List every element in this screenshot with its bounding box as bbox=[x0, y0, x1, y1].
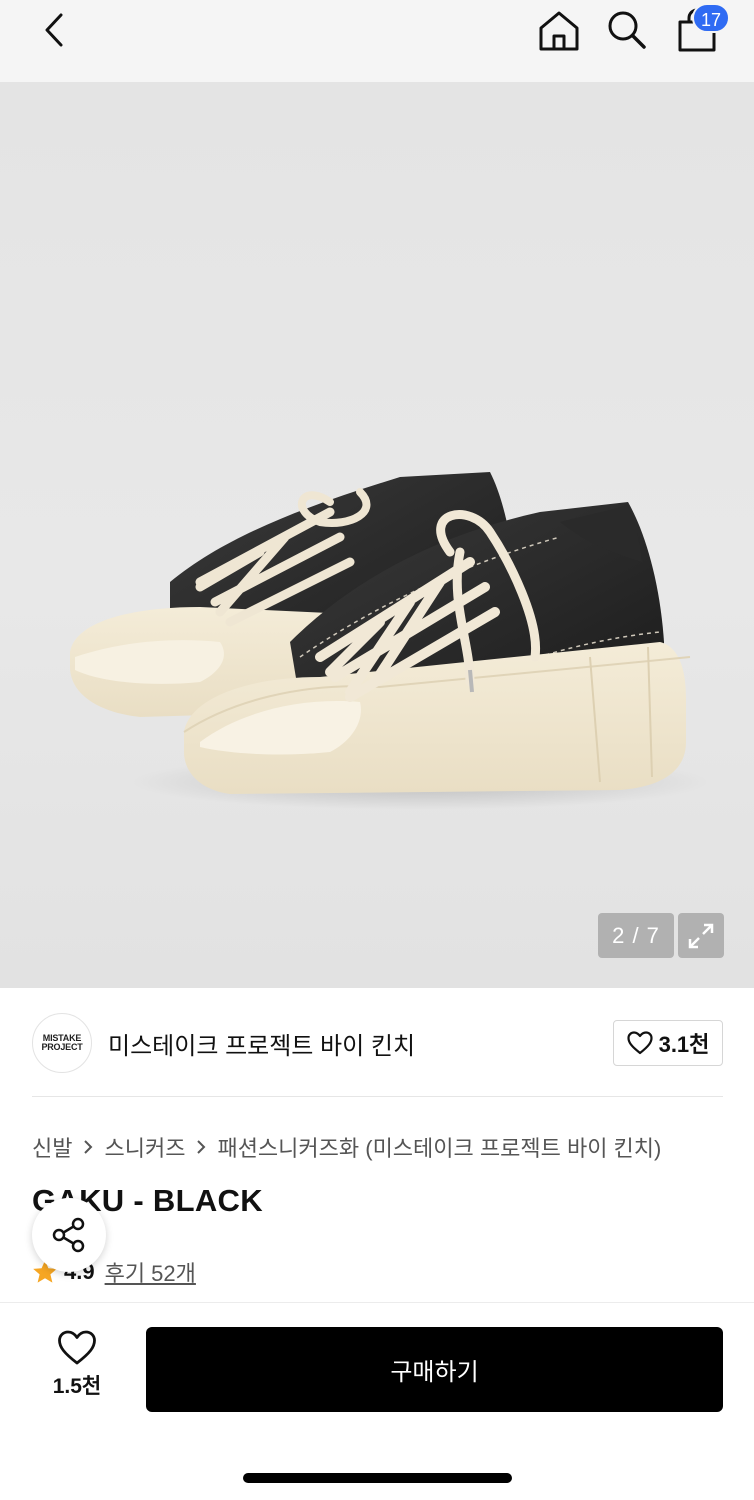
back-button[interactable] bbox=[26, 8, 82, 52]
expand-image-button[interactable] bbox=[678, 913, 724, 958]
buy-button[interactable]: 구매하기 bbox=[146, 1327, 723, 1412]
product-image-gallery[interactable]: 2 / 7 bbox=[0, 82, 754, 988]
share-button[interactable] bbox=[32, 1198, 106, 1272]
top-navigation-bar: 17 bbox=[0, 0, 754, 82]
chevron-right-icon bbox=[195, 1139, 207, 1155]
heart-outline-icon bbox=[58, 1330, 96, 1365]
expand-icon bbox=[688, 923, 714, 948]
wishlist-button[interactable]: 1.5천 bbox=[40, 1330, 114, 1408]
search-button[interactable] bbox=[600, 4, 654, 56]
wishlist-count: 1.5천 bbox=[52, 1375, 102, 1398]
brand-row: MISTAKE PROJECT 미스테이크 프로젝트 바이 킨치 3.1천 bbox=[0, 988, 754, 1098]
search-icon bbox=[608, 11, 646, 49]
breadcrumb-item[interactable]: 패션스니커즈화 (미스테이크 프로젝트 바이 킨치) bbox=[217, 1131, 661, 1163]
chevron-left-icon bbox=[45, 13, 63, 47]
image-counter: 2 / 7 bbox=[598, 913, 674, 958]
home-icon bbox=[539, 11, 579, 51]
brand-like-button[interactable]: 3.1천 bbox=[613, 1020, 723, 1066]
breadcrumb: 신발 스니커즈 패션스니커즈화 (미스테이크 프로젝트 바이 킨치) bbox=[32, 1131, 661, 1163]
brand-logo-text-line2: PROJECT bbox=[41, 1042, 83, 1052]
heart-outline-icon bbox=[626, 1031, 653, 1055]
breadcrumb-item[interactable]: 신발 bbox=[32, 1131, 72, 1163]
divider bbox=[32, 1096, 723, 1097]
brand-logo[interactable]: MISTAKE PROJECT bbox=[32, 1013, 92, 1073]
home-button[interactable] bbox=[532, 4, 586, 56]
cart-count-badge: 17 bbox=[692, 3, 731, 33]
home-indicator bbox=[243, 1473, 512, 1483]
brand-like-count: 3.1천 bbox=[658, 1032, 710, 1057]
breadcrumb-item[interactable]: 스니커즈 bbox=[104, 1131, 185, 1163]
reviews-link[interactable]: 후기 52개 bbox=[105, 1256, 196, 1288]
product-photo-sneakers bbox=[70, 472, 710, 810]
brand-name-link[interactable]: 미스테이크 프로젝트 바이 킨치 bbox=[108, 1026, 415, 1061]
share-icon bbox=[52, 1217, 85, 1253]
chevron-right-icon bbox=[82, 1139, 94, 1155]
divider bbox=[0, 1302, 754, 1303]
